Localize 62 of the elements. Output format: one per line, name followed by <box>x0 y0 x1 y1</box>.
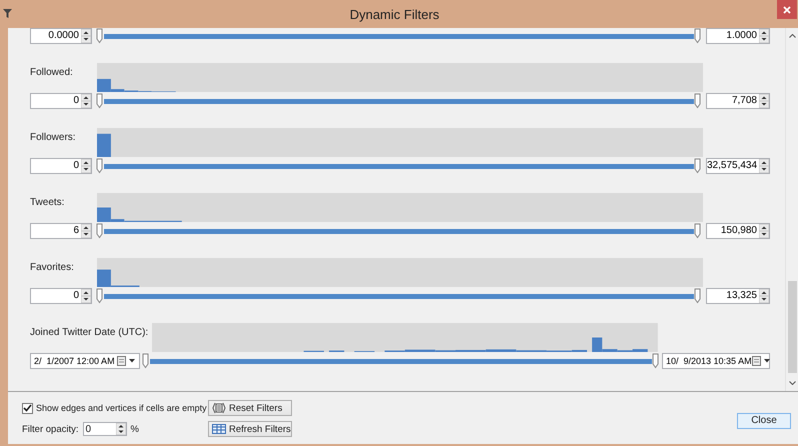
reset-icon[interactable] <box>212 402 226 414</box>
close-dialog-button[interactable]: Close <box>737 412 791 428</box>
spin-buttons-icon[interactable] <box>116 423 126 435</box>
checkbox-label[interactable]: Show edges and vertices if cells are empty <box>36 403 207 413</box>
slider-handle[interactable] <box>96 158 104 174</box>
calendar-icon[interactable] <box>752 356 762 366</box>
checkbox[interactable] <box>22 402 33 414</box>
unit-label: % <box>130 424 139 434</box>
number-field[interactable]: 0 <box>30 158 92 174</box>
slider-handle[interactable] <box>96 93 104 109</box>
number-field[interactable]: 0 <box>30 288 92 304</box>
filter-button[interactable]: Reset Filters <box>208 400 292 416</box>
slider-handle[interactable] <box>96 28 104 44</box>
spin-buttons-icon[interactable] <box>759 224 769 238</box>
filter-label: Followers: <box>30 131 77 143</box>
spin-buttons-icon[interactable] <box>81 94 91 108</box>
filter-button[interactable]: Refresh Filters <box>208 421 292 437</box>
calendar-icon[interactable] <box>117 356 127 366</box>
filter-label: Followed: <box>30 66 74 78</box>
opacity-field[interactable]: 0 <box>82 422 126 436</box>
number-field[interactable]: 0.0000 <box>30 28 92 44</box>
spin-buttons-icon[interactable] <box>759 159 770 173</box>
slider-handle[interactable] <box>694 93 702 109</box>
caret-icon[interactable] <box>129 359 135 363</box>
number-field[interactable]: 6 <box>30 223 92 239</box>
slider-handle[interactable] <box>96 223 104 239</box>
spin-buttons-icon[interactable] <box>81 159 91 173</box>
number-field[interactable]: 7,708 <box>706 93 770 109</box>
date-field[interactable]: 10/ 9/2013 10:35 AM <box>662 353 770 369</box>
number-field[interactable]: 13,325 <box>706 288 770 304</box>
number-field[interactable]: 1.0000 <box>706 28 770 44</box>
scrollbar-thumb[interactable] <box>788 281 796 373</box>
close-icon[interactable] <box>783 6 791 14</box>
window-title: Dynamic Filters <box>348 7 440 22</box>
slider-handle[interactable] <box>694 288 702 304</box>
scroll-down-icon[interactable] <box>788 381 796 385</box>
spin-buttons-icon[interactable] <box>81 289 91 303</box>
filter-label: Tweets: <box>30 196 66 208</box>
spin-buttons-icon[interactable] <box>81 29 91 43</box>
date-field[interactable]: 2/ 1/2007 12:00 AM <box>30 353 140 369</box>
slider-handle[interactable] <box>694 28 702 44</box>
slider-handle[interactable] <box>142 353 150 369</box>
spin-buttons-icon[interactable] <box>759 29 769 43</box>
slider-handle[interactable] <box>96 288 104 304</box>
scroll-up-icon[interactable] <box>788 34 796 38</box>
spin-buttons-icon[interactable] <box>81 224 91 238</box>
funnel-icon <box>3 9 12 18</box>
number-field[interactable]: 150,980 <box>706 223 770 239</box>
slider-handle[interactable] <box>652 353 660 369</box>
spin-buttons-icon[interactable] <box>759 289 769 303</box>
scrollbar[interactable] <box>785 28 798 391</box>
table-icon[interactable] <box>212 423 226 435</box>
close-button[interactable] <box>777 0 797 19</box>
filter-label: Joined Twitter Date (UTC): <box>30 326 148 338</box>
filter-label: Favorites: <box>30 261 75 273</box>
number-field[interactable]: 32,575,434 <box>706 158 770 174</box>
slider-handle[interactable] <box>694 158 702 174</box>
spin-buttons-icon[interactable] <box>759 94 769 108</box>
slider-handle[interactable] <box>694 223 702 239</box>
caret-icon[interactable] <box>764 359 770 363</box>
opacity-label: Filter opacity: <box>22 424 78 434</box>
number-field[interactable]: 0 <box>30 93 92 109</box>
